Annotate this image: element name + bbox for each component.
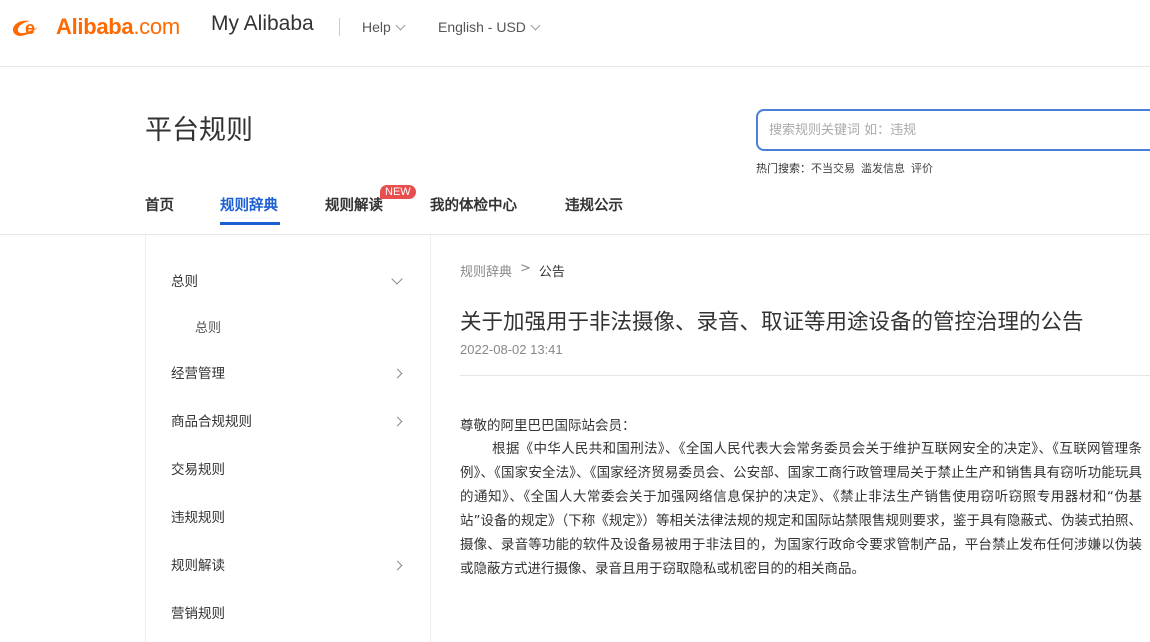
tab-health-check[interactable]: 我的体检中心 <box>430 194 565 226</box>
tab-label: 我的体检中心 <box>430 198 517 214</box>
article-body: 根据《中华人民共和国刑法》、《全国人民代表大会常务委员会关于维护互联网安全的决定… <box>460 441 1142 577</box>
tab-label: 规则解读 <box>325 198 383 214</box>
breadcrumb-parent[interactable]: 规则辞典 <box>460 261 512 280</box>
tab-violations[interactable]: 违规公示 <box>565 194 645 226</box>
article-date: 2022-08-02 13:41 <box>460 342 563 357</box>
chevron-down-icon <box>530 20 541 30</box>
article-title: 关于加强用于非法摄像、录音、取证等用途设备的管控治理的公告 <box>460 310 1084 335</box>
sidebar-item-trade-rules[interactable]: 交易规则 <box>171 458 401 478</box>
tab-rules-dictionary[interactable]: 规则辞典 <box>220 194 280 226</box>
breadcrumb: 规则辞典 > 公告 <box>460 261 565 280</box>
sidebar-item-rules-interpretation[interactable]: 规则解读 <box>171 554 403 574</box>
sidebar-item-label: 商品合规规则 <box>171 414 252 430</box>
sidebar-item-product-compliance[interactable]: 商品合规规则 <box>171 410 403 430</box>
tab-label: 规则辞典 <box>220 198 278 214</box>
help-menu[interactable]: Help <box>362 19 406 35</box>
help-label: Help <box>362 19 391 35</box>
sidebar-item-violation-rules[interactable]: 违规规则 <box>171 506 401 526</box>
search-input[interactable] <box>769 122 1150 138</box>
chevron-right-icon <box>392 413 403 429</box>
language-label: English - USD <box>438 19 526 35</box>
sidebar-item-label: 营销规则 <box>171 606 225 622</box>
sidebar-item-label: 规则解读 <box>171 558 225 574</box>
sidebar-item-label: 总则 <box>171 274 198 290</box>
main-nav: 首页 规则辞典 规则解读 NEW 我的体检中心 违规公示 <box>145 185 645 226</box>
sidebar-item-label: 违规规则 <box>171 510 225 526</box>
chevron-down-icon <box>391 271 403 287</box>
alibaba-logo-icon: e <box>12 18 38 38</box>
chevron-right-icon <box>392 557 403 573</box>
tab-label: 违规公示 <box>565 198 623 214</box>
sidebar-item-marketing-rules[interactable]: 营销规则 <box>171 602 401 622</box>
sidebar-item-general[interactable]: 总则 <box>171 270 403 290</box>
chevron-down-icon <box>395 20 406 30</box>
hot-search: 热门搜索： 不当交易 滥发信息 评价 <box>756 160 933 176</box>
hot-search-label: 热门搜索： <box>756 162 811 175</box>
article-greeting: 尊敬的阿里巴巴国际站会员： <box>460 418 636 434</box>
hot-term-link[interactable]: 滥发信息 <box>861 160 905 176</box>
sidebar-item-operations[interactable]: 经营管理 <box>171 362 403 382</box>
sidebar-item-label: 经营管理 <box>171 366 225 382</box>
divider <box>460 375 1150 376</box>
svg-text:e: e <box>25 18 35 38</box>
new-badge: NEW <box>380 185 416 199</box>
breadcrumb-current: 公告 <box>538 265 565 280</box>
tab-label: 首页 <box>145 198 174 214</box>
divider <box>339 18 340 36</box>
breadcrumb-separator: > <box>520 261 531 276</box>
page-title: 平台规则 <box>145 115 253 146</box>
sidebar: 总则 总则 经营管理 商品合规规则 交易规则 违规规则 规则解读 营销规则 <box>145 235 431 642</box>
hot-term-link[interactable]: 评价 <box>911 160 933 176</box>
alibaba-logo[interactable]: e Alibaba.com <box>8 12 180 42</box>
search-box[interactable] <box>756 109 1150 151</box>
tab-home[interactable]: 首页 <box>145 194 220 226</box>
logo-wordmark: Alibaba.com <box>56 14 180 39</box>
my-alibaba-title[interactable]: My Alibaba <box>211 12 314 36</box>
tab-rules-interpretation[interactable]: 规则解读 NEW <box>325 185 430 226</box>
sidebar-item-label: 交易规则 <box>171 462 225 478</box>
language-currency-menu[interactable]: English - USD <box>438 19 541 35</box>
sidebar-subitem-general[interactable]: 总则 <box>195 317 221 336</box>
hot-term-link[interactable]: 不当交易 <box>811 160 855 176</box>
top-bar: e Alibaba.com My Alibaba Help English - … <box>0 0 1150 67</box>
chevron-right-icon <box>392 365 403 381</box>
